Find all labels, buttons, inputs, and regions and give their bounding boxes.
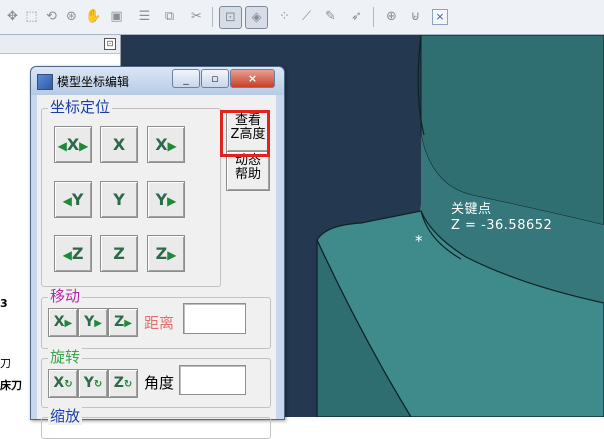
- coord-button-axis: Y: [155, 190, 168, 209]
- toolbar-arrow-icon[interactable]: ➶: [348, 8, 365, 25]
- rotate-group: 旋转 X↻ Y↻ Z↻ 角度: [41, 348, 271, 408]
- toolbar-separator: [212, 7, 213, 27]
- close-button[interactable]: ×: [230, 69, 275, 88]
- toolbar-copy-icon[interactable]: ⧉: [161, 8, 178, 25]
- dynamic-help-button[interactable]: 动态 帮助: [226, 151, 270, 191]
- toolbar-shade-icon[interactable]: ▣: [108, 8, 125, 25]
- scale-group-title: 缩放: [48, 407, 83, 425]
- coord-y-left-button[interactable]: ◀Y: [54, 181, 92, 218]
- coord-z-right-button[interactable]: Z▶: [147, 235, 185, 272]
- toolbar-points-icon[interactable]: ⁘: [276, 8, 293, 25]
- toolbar-close-button[interactable]: ×: [432, 9, 448, 25]
- highlight-box: [220, 110, 270, 157]
- coord-z-left-button[interactable]: ◀Z: [54, 235, 92, 272]
- dynamic-help-label-2: 帮助: [234, 167, 261, 182]
- pin-icon[interactable]: ⊡: [104, 38, 116, 50]
- rotate-group-title: 旋转: [48, 348, 83, 366]
- coord-button-suffix: ▶: [167, 139, 177, 153]
- coord-x-left-button[interactable]: ◀X▶: [54, 126, 92, 163]
- left-panel-text: 3: [0, 297, 8, 310]
- left-panel-header: ⊡: [0, 35, 120, 54]
- distance-label: 距离: [144, 314, 175, 332]
- coord-button-prefix: ◀: [62, 194, 72, 208]
- left-panel-text: 刀: [0, 357, 11, 370]
- minimize-button[interactable]: _: [172, 69, 200, 88]
- toolbar-zoom-icon[interactable]: ⊛: [63, 8, 80, 25]
- coord-z-center-button[interactable]: Z: [100, 235, 138, 272]
- coord-button-suffix: ▶: [167, 194, 177, 208]
- maximize-button[interactable]: ▫: [201, 69, 229, 88]
- coord-button-axis: X: [155, 135, 168, 154]
- toolbar-list-icon[interactable]: ☰: [136, 8, 153, 25]
- coord-x-center-button[interactable]: X: [100, 126, 138, 163]
- toolbar-separator: [373, 7, 374, 27]
- coord-button-axis: Z: [71, 244, 84, 263]
- toolbar-ruler-icon[interactable]: ⊌: [407, 8, 424, 25]
- dialog-client: 坐标定位 ◀X▶ X X▶ ◀Y Y Y▶ ◀Z Z Z▶ 查看 Z高度 动态 帮助 移动 X▶…: [37, 95, 276, 439]
- angle-input[interactable]: [179, 365, 246, 395]
- coord-button-axis: X: [66, 135, 80, 154]
- dialog-title: 模型坐标编辑: [57, 75, 130, 89]
- toolbar-move-icon[interactable]: ✥: [4, 8, 21, 25]
- coord-group: 坐标定位 ◀X▶ X X▶ ◀Y Y Y▶ ◀Z Z Z▶: [41, 98, 221, 287]
- coord-x-right-button[interactable]: X▶: [147, 126, 185, 163]
- app-icon: [37, 74, 53, 90]
- coord-group-title: 坐标定位: [48, 98, 113, 116]
- toolbar-select-icon[interactable]: ⬚: [23, 8, 40, 25]
- coord-button-suffix: ▶: [79, 139, 89, 153]
- coord-button-axis: Z: [155, 244, 168, 263]
- rotate-x-button[interactable]: X↻: [48, 369, 78, 398]
- toolbar-cut-icon[interactable]: ✂: [188, 8, 205, 25]
- model-coord-dialog: 模型坐标编辑 _ ▫ × 坐标定位 ◀X▶ X X▶ ◀Y Y Y▶ ◀Z Z Z▶ 查看 Z高…: [30, 66, 285, 439]
- scale-group: 缩放: [41, 407, 271, 439]
- distance-input[interactable]: [183, 303, 246, 334]
- keypoint-marker-icon: *: [415, 232, 423, 250]
- move-y-button[interactable]: Y▶: [78, 308, 108, 337]
- toolbar-paint-icon[interactable]: ✎: [322, 8, 339, 25]
- toolbar-info-icon[interactable]: ⊕: [383, 8, 400, 25]
- keypoint-z-value: Z = -36.58652: [451, 218, 553, 233]
- dialog-titlebar[interactable]: 模型坐标编辑 _ ▫ ×: [31, 67, 284, 95]
- move-group-title: 移动: [48, 287, 83, 305]
- main-toolbar: ✥ ⬚ ⟲ ⊛ ✋ ▣ ☰ ⧉ ✂ ⊡ ◈ ⁘ ⟋ ✎ ➶ ⊕ ⊌ ×: [0, 0, 604, 35]
- coord-button-axis: Z: [113, 244, 125, 263]
- toolbar-rotate-icon[interactable]: ⟲: [43, 8, 60, 25]
- move-group: 移动 X▶ Y▶ Z▶ 距离: [41, 287, 271, 349]
- toolbar-fit-icon[interactable]: ⊡: [219, 6, 242, 29]
- angle-label: 角度: [144, 374, 175, 392]
- coord-y-center-button[interactable]: Y: [100, 181, 138, 218]
- toolbar-surface-icon[interactable]: ◈: [245, 6, 268, 29]
- toolbar-pan-icon[interactable]: ✋: [85, 8, 102, 25]
- coord-button-prefix: ◀: [62, 248, 72, 262]
- toolbar-measure-icon[interactable]: ⟋: [298, 8, 315, 25]
- keypoint-title: 关键点: [451, 202, 492, 217]
- coord-button-axis: Y: [71, 190, 84, 209]
- coord-button-suffix: ▶: [167, 248, 177, 262]
- coord-y-right-button[interactable]: Y▶: [147, 181, 185, 218]
- left-panel-text: 床刀: [0, 379, 22, 392]
- rotate-y-button[interactable]: Y↻: [78, 369, 108, 398]
- coord-button-axis: Y: [113, 190, 125, 209]
- coord-button-prefix: ◀: [57, 139, 67, 153]
- rotate-z-button[interactable]: Z↻: [108, 369, 138, 398]
- coord-button-axis: X: [112, 135, 126, 154]
- move-z-button[interactable]: Z▶: [108, 308, 138, 337]
- move-x-button[interactable]: X▶: [48, 308, 78, 337]
